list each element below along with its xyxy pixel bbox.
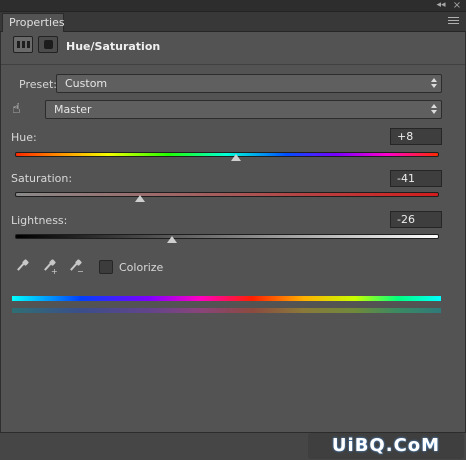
preset-value: Custom	[65, 77, 108, 90]
targeted-adjustment-hand-icon[interactable]: ☝	[12, 101, 32, 118]
channel-select[interactable]: Master	[45, 100, 442, 119]
hue-slider-thumb[interactable]	[231, 154, 242, 161]
collapse-panel-icon[interactable]: ◂◂	[434, 0, 448, 12]
saturation-input[interactable]: -41	[390, 170, 442, 187]
hue-label: Hue:	[11, 131, 37, 144]
lightness-input[interactable]: -26	[390, 211, 442, 228]
lightness-slider-track[interactable]	[15, 234, 439, 239]
chevron-updown-icon	[430, 103, 437, 116]
input-color-range-bar	[12, 296, 441, 301]
tab-bar: Properties	[0, 12, 466, 32]
layer-mask-icon[interactable]	[38, 36, 58, 53]
preset-select[interactable]: Custom	[56, 74, 442, 93]
colorize-label[interactable]: Colorize	[119, 261, 163, 274]
eyedropper-add-icon[interactable]: +	[40, 258, 58, 276]
eyedropper-icon[interactable]	[13, 258, 31, 275]
panel-title-strip: ◂◂ ×	[0, 0, 466, 12]
tab-properties[interactable]: Properties	[2, 13, 65, 32]
panel-menu-icon[interactable]	[448, 17, 459, 26]
saturation-slider-thumb[interactable]	[135, 195, 146, 202]
chevron-updown-icon	[430, 77, 437, 90]
watermark-logo: UiBQ.CoM	[308, 433, 464, 459]
saturation-slider-track[interactable]	[15, 192, 439, 197]
lightness-label: Lightness:	[11, 214, 68, 227]
panel-heading: Hue/Saturation	[66, 40, 161, 53]
lightness-slider-thumb[interactable]	[166, 236, 177, 243]
header-divider	[1, 64, 465, 65]
hue-input[interactable]: +8	[390, 128, 442, 145]
saturation-label: Saturation:	[11, 172, 73, 185]
channel-value: Master	[54, 103, 92, 116]
close-panel-icon[interactable]: ×	[450, 0, 464, 12]
colorize-checkbox[interactable]	[99, 260, 113, 274]
eyedropper-subtract-icon[interactable]: −	[66, 258, 84, 276]
adjustment-layer-icon[interactable]	[13, 36, 33, 53]
output-color-range-bar	[12, 308, 441, 313]
hue-slider-track[interactable]	[15, 152, 439, 157]
preset-label: Preset:	[19, 78, 58, 91]
